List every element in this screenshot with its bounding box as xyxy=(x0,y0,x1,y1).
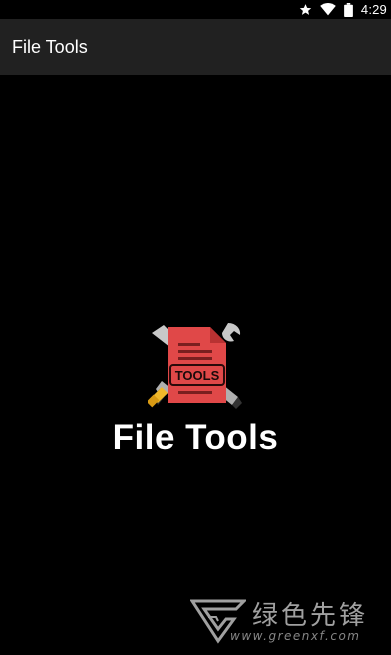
app-title: File Tools xyxy=(12,36,88,57)
screen: 4:29 File Tools TOOLS File Tools 绿色先锋 ww… xyxy=(0,0,391,655)
watermark-logo-icon xyxy=(189,595,248,652)
battery-icon xyxy=(344,2,353,17)
watermark-chinese: 绿色先锋 xyxy=(252,601,369,631)
watermark-url: www.greenxf.com xyxy=(230,629,361,643)
app-bar: File Tools xyxy=(0,19,391,75)
logo-text: TOOLS xyxy=(175,368,220,383)
star-icon xyxy=(299,3,312,16)
status-time: 4:29 xyxy=(360,2,387,17)
splash-content: TOOLS File Tools 绿色先锋 www.greenxf.com xyxy=(0,75,391,655)
status-bar: 4:29 xyxy=(0,0,391,19)
wifi-icon xyxy=(320,3,336,16)
app-logo-icon: TOOLS xyxy=(146,319,244,411)
watermark: 绿色先锋 www.greenxf.com xyxy=(180,595,388,651)
document-icon: TOOLS xyxy=(168,327,226,403)
splash-title: File Tools xyxy=(112,418,279,457)
